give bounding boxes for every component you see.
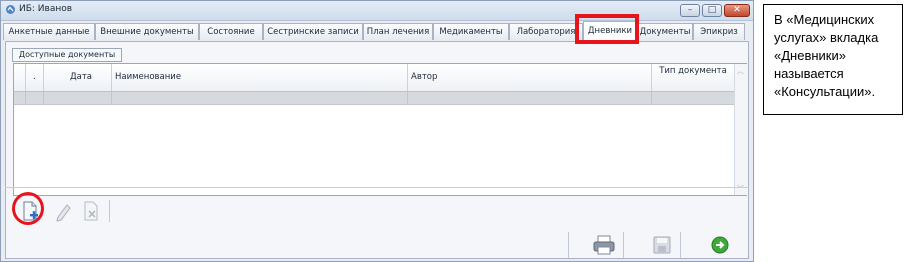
scroll-up-icon[interactable]: ︿: [737, 66, 744, 76]
grid-header-date[interactable]: Дата: [44, 64, 112, 91]
highlight-frame-dnevniki-tab: [575, 14, 639, 44]
annotation-note: В «Медицинских услугах» вкладка «Дневник…: [763, 4, 903, 115]
window-title: ИБ: Иванов: [19, 4, 73, 14]
table-cell: [14, 92, 26, 104]
footer-divider: [568, 232, 569, 258]
tab-sestrinskie-zapisi[interactable]: Сестринские записи: [263, 23, 363, 40]
header-marker-text: .: [33, 72, 36, 82]
footer-divider: [623, 232, 624, 258]
header-name-text: Наименование: [115, 72, 182, 82]
maximize-button[interactable]: □: [702, 4, 722, 17]
grid-toolbar: [14, 197, 747, 224]
tab-bar: Анкетные данные Внешние документы Состоя…: [3, 21, 753, 42]
note-line: В «Медицинских: [774, 12, 875, 27]
app-icon: [6, 5, 15, 14]
documents-grid: . Дата Наименование Автор Тип документа: [13, 63, 747, 196]
patient-record-window: ИБ: Иванов – □ ✕ Анкетные данные Внешние…: [0, 0, 754, 262]
grid-header-doc-type[interactable]: Тип документа: [652, 64, 734, 91]
footer-divider: [680, 232, 681, 258]
tab-anketnye-dannye[interactable]: Анкетные данные: [3, 23, 95, 40]
tab-medikamenty[interactable]: Медикаменты: [433, 23, 509, 40]
printer-icon[interactable]: [591, 234, 617, 256]
grid-header-name[interactable]: Наименование: [112, 64, 408, 91]
minimize-button[interactable]: –: [680, 4, 700, 17]
grid-scrollbar[interactable]: ︿ ﹀: [734, 64, 747, 195]
scroll-down-icon[interactable]: ﹀: [737, 184, 744, 194]
header-date-text: Дата: [70, 72, 93, 82]
highlight-circle-new-document: [12, 192, 44, 225]
exit-arrow-icon[interactable]: [707, 234, 733, 256]
edit-pencil-icon[interactable]: [52, 200, 74, 222]
table-cell: [408, 92, 652, 104]
toolbar-divider: [109, 200, 110, 222]
table-cell: [44, 92, 112, 104]
tab-epikriz[interactable]: Эпикриз: [693, 23, 745, 40]
table-cell: [112, 92, 408, 104]
title-bar: ИБ: Иванов – □ ✕: [1, 1, 753, 21]
header-author-text: Автор: [411, 72, 438, 82]
tab-plan-lecheniya[interactable]: План лечения: [363, 23, 433, 40]
grid-header-author[interactable]: Автор: [408, 64, 652, 91]
grid-header: . Дата Наименование Автор Тип документа: [14, 64, 734, 92]
table-row[interactable]: [14, 92, 734, 105]
tab-vneshnie-dokumenty[interactable]: Внешние документы: [95, 23, 199, 40]
note-line: «Консультации».: [774, 84, 876, 99]
delete-document-icon[interactable]: [80, 200, 102, 222]
tab-dokumenty[interactable]: Документы: [637, 23, 693, 40]
note-line: называется: [774, 66, 844, 81]
note-line: услугах» вкладка: [774, 30, 879, 45]
grid-header-indicator: [14, 64, 26, 91]
subtab-available-documents[interactable]: Доступные документы: [12, 48, 122, 62]
note-line: «Дневники»: [774, 48, 846, 63]
close-button[interactable]: ✕: [724, 4, 750, 17]
table-cell: [652, 92, 734, 104]
tab-panel: Доступные документы . Дата Наименование …: [5, 41, 749, 259]
grid-header-marker[interactable]: .: [26, 64, 44, 91]
header-doc-type-text: Тип документа: [659, 66, 727, 76]
footer-separator: [5, 187, 749, 188]
save-disk-icon[interactable]: [649, 234, 675, 256]
table-cell: [26, 92, 44, 104]
tab-laboratoriya[interactable]: Лаборатория: [509, 23, 583, 40]
tab-sostoyanie[interactable]: Состояние: [199, 23, 263, 40]
